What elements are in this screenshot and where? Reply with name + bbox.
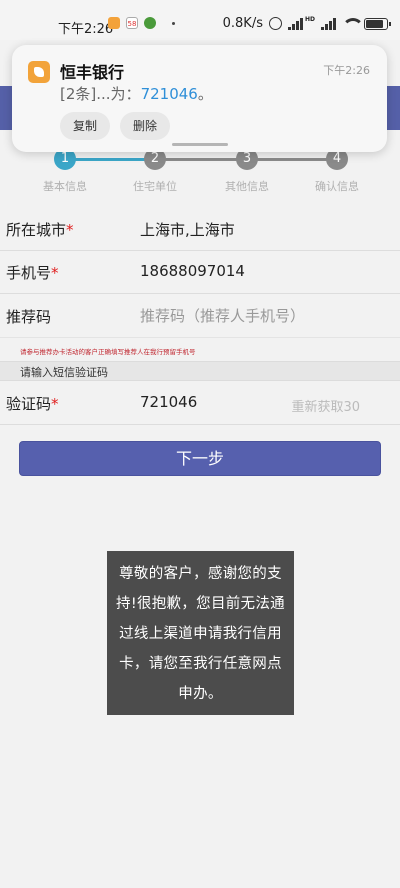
green-app-status-icon [144, 17, 156, 29]
notification-drag-handle[interactable] [172, 143, 228, 146]
alarm-icon [268, 17, 282, 30]
status-right-icons: 0.8K/s HD [222, 16, 391, 31]
next-step-button[interactable]: 下一步 [19, 441, 381, 476]
referral-input[interactable] [140, 303, 380, 329]
notification-time: 下午2:26 [323, 64, 370, 77]
sms-section-header: 请输入短信验证码 [0, 361, 400, 381]
signal-2-icon [321, 17, 336, 30]
notification-app-name: 恒丰银行 [60, 63, 125, 82]
delete-button[interactable]: 删除 [120, 112, 170, 140]
phone-row[interactable]: 手机号* 18688097014 [0, 251, 400, 294]
step-line-1 [65, 158, 155, 161]
phone-value[interactable]: 18688097014 [140, 262, 245, 280]
referral-row[interactable]: 推荐码 [0, 295, 400, 338]
code-row[interactable]: 验证码* 721046 重新获取30 [0, 382, 400, 425]
city-row[interactable]: 所在城市* 上海市,上海市 [0, 208, 400, 251]
code-value[interactable]: 721046 [140, 393, 197, 411]
status-bar: 下午2:26 58 0.8K/s HD [0, 0, 400, 40]
referral-label: 推荐码 [6, 308, 52, 326]
app-58-status-icon: 58 [126, 17, 138, 29]
wifi-icon [342, 17, 364, 30]
toast-message: 尊敬的客户，感谢您的支持!很抱歉，您目前无法通过线上渠道申请我行信用卡，请您至我… [107, 551, 294, 715]
status-time: 下午2:26 [58, 22, 114, 37]
hd-label: HD [304, 16, 315, 23]
battery-icon [364, 17, 391, 30]
resend-code-button[interactable]: 重新获取30 [291, 396, 360, 415]
referral-hint: 请参与推荐办卡活动的客户正确填写推荐人在我行预留手机号 [20, 348, 196, 356]
code-label: 验证码* [6, 395, 59, 413]
step-2-label: 住宅单位 [133, 180, 177, 193]
sms-section-title: 请输入短信验证码 [20, 366, 108, 379]
city-value[interactable]: 上海市,上海市 [140, 219, 235, 240]
notification-body: [2条]...为：721046。 [60, 85, 213, 103]
notification-code: 721046 [140, 85, 198, 103]
network-speed: 0.8K/s [222, 16, 263, 31]
step-3-label: 其他信息 [225, 180, 269, 193]
step-line-3 [247, 158, 337, 161]
signal-icon [287, 17, 303, 30]
copy-button[interactable]: 复制 [60, 112, 110, 140]
bank-app-status-icon [108, 17, 120, 29]
step-4-label: 确认信息 [315, 180, 359, 193]
status-notification-icons: 58 [108, 17, 175, 29]
sms-notification-banner[interactable]: 恒丰银行 下午2:26 [2条]...为：721046。 复制 删除 [12, 45, 387, 152]
step-line-2 [155, 158, 247, 161]
bank-app-icon [28, 61, 50, 83]
phone-label: 手机号* [6, 264, 59, 282]
city-label: 所在城市* [6, 221, 74, 239]
step-1-label: 基本信息 [43, 180, 87, 193]
more-notifications-dot-icon [172, 21, 175, 25]
